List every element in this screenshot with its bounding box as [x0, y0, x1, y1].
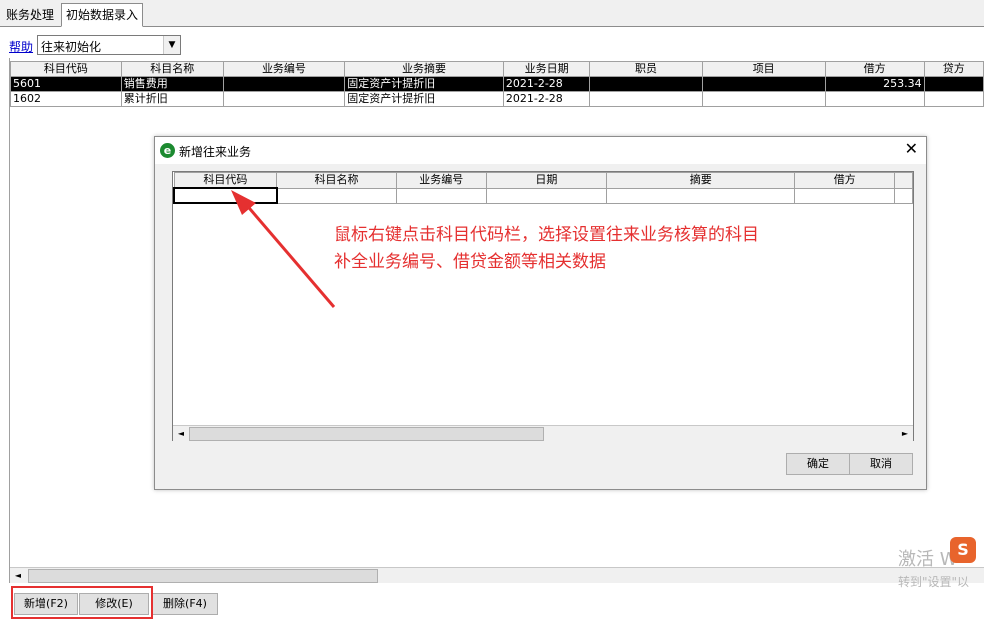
cell-credit[interactable]	[923, 91, 984, 107]
cell-project[interactable]	[701, 76, 826, 92]
delete-button[interactable]: 删除(F4)	[152, 593, 218, 615]
table-row[interactable]	[173, 187, 913, 204]
cell-summary[interactable]: 固定资产计提折旧	[344, 91, 504, 107]
cell-debit[interactable]	[824, 91, 925, 107]
col-header[interactable]: 摘要	[606, 172, 796, 189]
mode-select[interactable]: 往来初始化 ▼	[37, 35, 181, 55]
col-header[interactable]: 借方	[824, 61, 925, 77]
cell-account-code[interactable]: 1602	[10, 91, 122, 107]
app-logo-icon: S	[950, 537, 976, 563]
annotation-text: 鼠标右键点击科目代码栏，选择设置往来业务核算的科目 补全业务编号、借贷金额等相关…	[334, 222, 834, 276]
scroll-left-icon[interactable]: ◄	[10, 568, 26, 584]
account-code-cell[interactable]	[173, 187, 278, 204]
col-header[interactable]: 业务编号	[222, 61, 346, 77]
activation-watermark-sub: 转到"设置"以	[898, 575, 970, 589]
cell-staff[interactable]	[589, 76, 703, 92]
mode-select-value: 往来初始化	[41, 40, 102, 54]
cell-business-no[interactable]	[222, 76, 346, 92]
main-horizontal-scrollbar[interactable]: ◄	[10, 567, 984, 583]
scroll-right-icon[interactable]: ►	[897, 426, 913, 442]
new-transaction-dialog: e 新增往来业务 ✕ 科目代码 科目名称 业务编号 日期 摘要 借方 ◄ ► 确…	[154, 136, 927, 490]
highlight-box-add-edit	[11, 586, 153, 619]
business-no-cell[interactable]	[395, 187, 487, 204]
table-row[interactable]: 5601 销售费用 固定资产计提折旧 2021-2-28 253.34	[10, 76, 984, 92]
col-header[interactable]: 业务摘要	[344, 61, 504, 77]
dialog-title: 新增往来业务	[179, 145, 252, 159]
tab-bar: 账务处理 初始数据录入	[0, 0, 984, 27]
summary-cell[interactable]	[606, 187, 796, 204]
cell-project[interactable]	[701, 91, 826, 107]
col-header[interactable]: 科目名称	[276, 172, 397, 189]
col-header[interactable]: 业务日期	[502, 61, 591, 77]
date-cell[interactable]	[485, 187, 608, 204]
cell-business-no[interactable]	[222, 91, 346, 107]
col-header[interactable]: 科目代码	[10, 61, 122, 77]
table-row[interactable]: 1602 累计折旧 固定资产计提折旧 2021-2-28	[10, 91, 984, 107]
account-name-cell[interactable]	[276, 187, 397, 204]
dialog-grid-area[interactable]: 科目代码 科目名称 业务编号 日期 摘要 借方 ◄ ►	[172, 171, 914, 441]
help-link[interactable]: 帮助	[9, 38, 33, 55]
cell-summary[interactable]: 固定资产计提折旧	[344, 76, 504, 92]
main-data-grid: 科目代码 科目名称 业务编号 业务摘要 业务日期 职员 项目 借方 贷方 560…	[10, 61, 984, 107]
scroll-thumb[interactable]	[189, 427, 544, 441]
annotation-line-2: 补全业务编号、借贷金额等相关数据	[334, 252, 606, 272]
chevron-down-icon[interactable]: ▼	[163, 36, 180, 54]
dialog-grid-header: 科目代码 科目名称 业务编号 日期 摘要 借方	[173, 172, 913, 189]
filler-cell	[894, 187, 913, 204]
e-browser-icon: e	[160, 143, 175, 158]
col-header[interactable]: 科目名称	[120, 61, 224, 77]
scroll-thumb[interactable]	[28, 569, 378, 583]
tab-initial-data-entry[interactable]: 初始数据录入	[61, 3, 144, 27]
col-header-filler	[894, 172, 913, 189]
cell-staff[interactable]	[589, 91, 703, 107]
tab-accounting[interactable]: 账务处理	[2, 4, 58, 26]
cell-date[interactable]: 2021-2-28	[502, 91, 591, 107]
col-header[interactable]: 职员	[589, 61, 703, 77]
cell-account-name[interactable]: 累计折旧	[120, 91, 224, 107]
debit-cell[interactable]	[794, 187, 896, 204]
main-grid-header: 科目代码 科目名称 业务编号 业务摘要 业务日期 职员 项目 借方 贷方	[10, 61, 984, 77]
cell-account-code[interactable]: 5601	[10, 76, 122, 92]
dialog-data-grid: 科目代码 科目名称 业务编号 日期 摘要 借方	[173, 172, 913, 204]
col-header[interactable]: 借方	[794, 172, 896, 189]
cell-account-name[interactable]: 销售费用	[120, 76, 224, 92]
cancel-button[interactable]: 取消	[849, 453, 913, 475]
cell-debit[interactable]: 253.34	[824, 76, 925, 92]
scroll-left-icon[interactable]: ◄	[173, 426, 189, 442]
activation-watermark: 激活 W	[898, 549, 958, 570]
ok-button[interactable]: 确定	[786, 453, 850, 475]
cell-credit[interactable]	[923, 76, 984, 92]
col-header[interactable]: 业务编号	[395, 172, 487, 189]
col-header[interactable]: 科目代码	[173, 172, 278, 189]
dialog-titlebar[interactable]: e 新增往来业务 ✕	[155, 137, 926, 164]
col-header[interactable]: 日期	[485, 172, 608, 189]
cell-date[interactable]: 2021-2-28	[502, 76, 591, 92]
col-header[interactable]: 贷方	[923, 61, 984, 77]
annotation-line-1: 鼠标右键点击科目代码栏，选择设置往来业务核算的科目	[334, 225, 759, 245]
col-header[interactable]: 项目	[701, 61, 826, 77]
close-icon[interactable]: ✕	[905, 140, 918, 158]
dialog-horizontal-scrollbar[interactable]: ◄ ►	[173, 425, 913, 441]
